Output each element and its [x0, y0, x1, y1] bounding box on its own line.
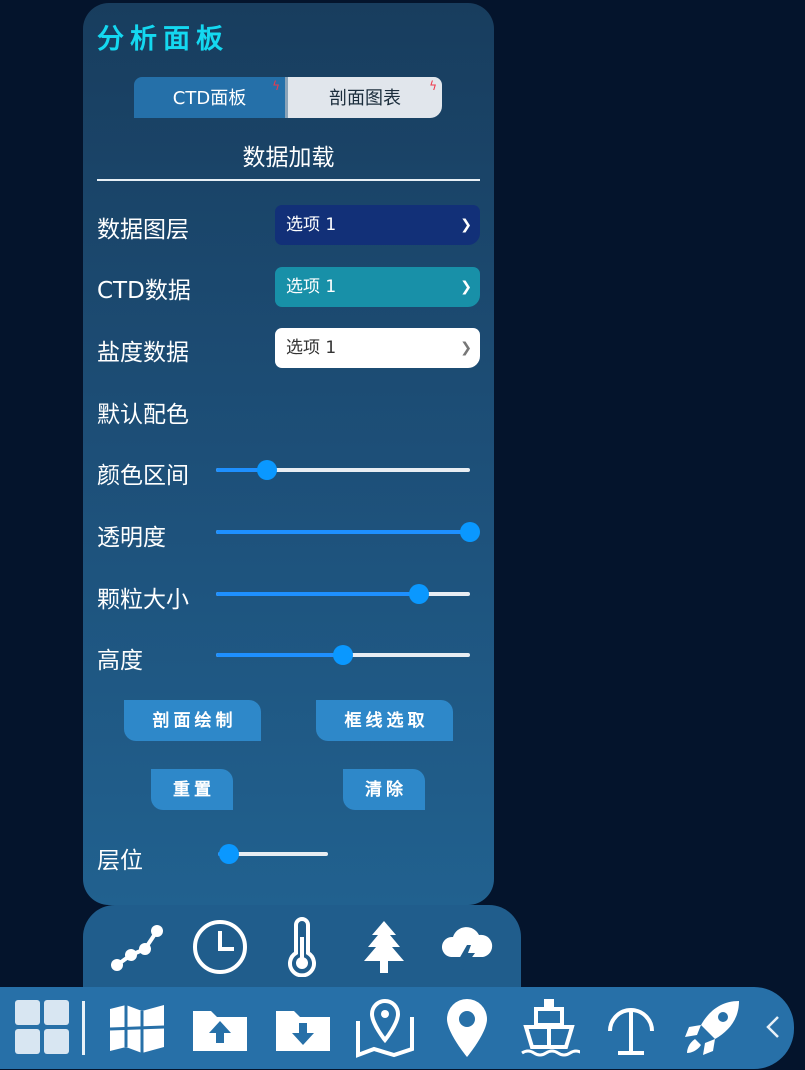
color-range-label: 颜色区间 [97, 463, 189, 489]
divider [97, 179, 480, 181]
clear-button[interactable]: 清除 [343, 769, 425, 810]
salinity-data-select-value: 选项 1 [286, 338, 337, 358]
tree-icon[interactable] [354, 917, 414, 977]
profile-draw-button[interactable]: 剖面绘制 [124, 700, 261, 741]
salinity-data-label: 盐度数据 [97, 340, 189, 366]
tool-bar [83, 905, 521, 1000]
particle-size-slider-handle[interactable] [409, 584, 430, 604]
opacity-slider-fill [216, 530, 470, 534]
panel-title: 分析面板 [97, 24, 229, 55]
location-pin-icon[interactable] [436, 997, 498, 1059]
thermometer-icon[interactable] [272, 917, 332, 977]
salinity-data-select[interactable]: 选项 1 ❯ [275, 328, 480, 368]
tab-ctd-panel[interactable]: CTD面板 ϟ [134, 77, 288, 118]
color-range-slider-handle[interactable] [256, 460, 277, 480]
grid-icon[interactable] [12, 997, 74, 1059]
ctd-data-select-value: 选项 1 [286, 277, 337, 297]
opacity-slider-handle[interactable] [460, 522, 480, 542]
clock-icon[interactable] [190, 917, 250, 977]
data-layer-label: 数据图层 [97, 217, 189, 243]
reset-button[interactable]: 重置 [151, 769, 233, 810]
collapse-chevron-icon[interactable] [760, 1009, 786, 1045]
map-icon[interactable] [106, 997, 168, 1059]
data-layer-select-value: 选项 1 [286, 215, 337, 235]
data-layer-select[interactable]: 选项 1 ❯ [275, 205, 480, 245]
chevron-down-icon: ❯ [460, 279, 472, 295]
color-range-slider[interactable] [216, 460, 470, 480]
chevron-down-icon: ❯ [460, 217, 472, 233]
bottom-bar [0, 987, 794, 1069]
line-chart-icon[interactable] [107, 917, 167, 977]
tab-section-chart[interactable]: 剖面图表 ϟ [288, 77, 442, 118]
bolt-icon: ϟ [429, 79, 437, 93]
rocket-icon[interactable] [683, 997, 745, 1059]
analysis-panel: 分析面板 CTD面板 ϟ 剖面图表 ϟ 数据加载 数据图层 选项 1 ❯ CTD… [83, 3, 494, 905]
tab-ctd-panel-label: CTD面板 [172, 88, 247, 109]
particle-size-label: 颗粒大小 [97, 587, 189, 613]
folder-upload-icon[interactable] [189, 997, 251, 1059]
layer-slider-handle[interactable] [219, 844, 239, 864]
opacity-slider[interactable] [216, 522, 480, 542]
storm-cloud-icon[interactable] [437, 917, 497, 977]
opacity-label: 透明度 [97, 525, 166, 551]
folder-download-icon[interactable] [272, 997, 334, 1059]
height-slider-fill [216, 653, 343, 657]
map-pin-icon[interactable] [354, 997, 416, 1059]
particle-size-slider-fill [216, 592, 420, 596]
height-slider-handle[interactable] [333, 645, 353, 665]
chevron-down-icon: ❯ [460, 340, 472, 356]
antenna-icon[interactable] [600, 997, 662, 1059]
layer-slider[interactable] [218, 844, 328, 864]
bolt-icon: ϟ [272, 79, 280, 93]
ship-icon[interactable] [518, 997, 580, 1059]
divider [82, 1001, 85, 1055]
ctd-data-select[interactable]: 选项 1 ❯ [275, 267, 480, 307]
particle-size-slider[interactable] [216, 584, 470, 604]
section-title: 数据加载 [242, 145, 335, 171]
height-label: 高度 [97, 648, 143, 674]
default-colors-label: 默认配色 [97, 402, 189, 428]
panel-tabs: CTD面板 ϟ 剖面图表 ϟ [134, 77, 442, 118]
ctd-data-label: CTD数据 [97, 278, 191, 304]
tab-section-chart-label: 剖面图表 [329, 88, 401, 109]
box-select-button[interactable]: 框线选取 [316, 700, 453, 741]
layer-label: 层位 [97, 848, 143, 874]
height-slider[interactable] [216, 645, 470, 665]
